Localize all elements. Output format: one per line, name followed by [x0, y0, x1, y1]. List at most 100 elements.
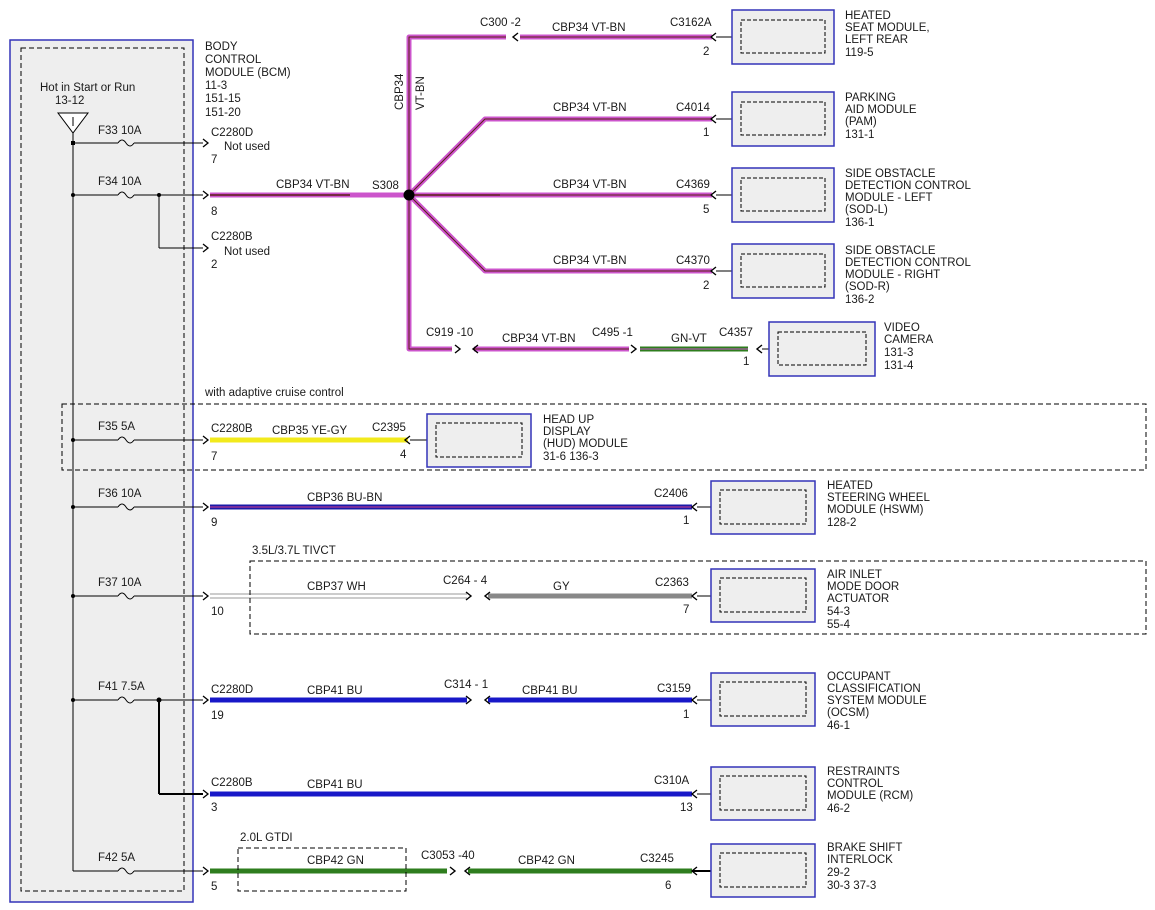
- conn-label: C264 - 4: [443, 575, 488, 587]
- conn-label: C3162A: [670, 17, 712, 29]
- bcm-conn-pin: 5: [211, 881, 217, 893]
- conn-label: C495 -1: [592, 327, 633, 339]
- hot-ref: 13-12: [55, 95, 84, 107]
- svg-text:INTERLOCK: INTERLOCK: [827, 854, 893, 866]
- module-label-hswm: HEATED STEERING WHEEL MODULE (HSWM) 128-…: [827, 480, 930, 529]
- bcm-conn-pin: 19: [211, 710, 224, 722]
- svg-text:CLASSIFICATION: CLASSIFICATION: [827, 683, 921, 695]
- circuit-label: CBP41 BU: [522, 685, 578, 697]
- conn-label: C3053 -40: [421, 850, 475, 862]
- svg-text:136-1: 136-1: [845, 217, 874, 229]
- svg-text:MODE DOOR: MODE DOOR: [827, 581, 899, 593]
- conn-pin: 2: [703, 280, 709, 292]
- circuit-label: CBP41 BU: [307, 685, 363, 697]
- conn-pin: 2: [703, 46, 709, 58]
- bcm-conn-name: C2280D: [211, 684, 253, 696]
- conn-label: C919 -10: [426, 327, 473, 339]
- module-pam: [731, 91, 835, 147]
- hot-label: Hot in Start or Run: [40, 82, 135, 94]
- module-label-heated-seat: HEATED SEAT MODULE, LEFT REAR 119-5: [845, 10, 930, 59]
- module-label-air-inlet: AIR INLET MODE DOOR ACTUATOR 54-3 55-4: [827, 569, 899, 631]
- svg-text:CONTROL: CONTROL: [827, 778, 884, 790]
- svg-text:AIR INLET: AIR INLET: [827, 569, 882, 581]
- conn-label: C2395: [372, 422, 406, 434]
- svg-text:LEFT REAR: LEFT REAR: [845, 34, 908, 46]
- module-label-hud: HEAD UP DISPLAY (HUD) MODULE 31-6 136-3: [543, 414, 628, 463]
- conn-pin: 4: [400, 449, 407, 461]
- svg-text:DISPLAY: DISPLAY: [543, 426, 591, 438]
- fuse-label: F41 7.5A: [98, 681, 145, 693]
- svg-text:SEAT MODULE,: SEAT MODULE,: [845, 22, 930, 34]
- fuse-label: F37 10A: [98, 577, 142, 589]
- svg-text:(OCSM): (OCSM): [827, 707, 869, 719]
- svg-text:AID MODULE: AID MODULE: [845, 104, 917, 116]
- module-bsi: [710, 843, 816, 898]
- svg-text:46-2: 46-2: [827, 803, 850, 815]
- svg-text:ACTUATOR: ACTUATOR: [827, 593, 889, 605]
- circuit-label: CBP42 GN: [518, 855, 575, 867]
- conn-pin: 7: [683, 604, 689, 616]
- circuit-label-vertical: CBP34: [394, 73, 406, 110]
- svg-text:119-5: 119-5: [845, 47, 874, 59]
- bcm-conn-pin: 2: [211, 259, 217, 271]
- conn-label: C4369: [676, 179, 710, 191]
- fuse-label: F42 5A: [98, 852, 135, 864]
- svg-text:SIDE OBSTACLE: SIDE OBSTACLE: [845, 245, 936, 257]
- svg-text:PARKING: PARKING: [845, 92, 896, 104]
- module-label-bsi: BRAKE SHIFT INTERLOCK 29-2 30-3 37-3: [827, 842, 902, 892]
- bcm-conn-name: C2280B: [211, 777, 253, 789]
- bcm-label-3: MODULE (BCM): [205, 67, 291, 79]
- svg-text:131-3: 131-3: [884, 347, 913, 359]
- svg-text:SIDE OBSTACLE: SIDE OBSTACLE: [845, 168, 936, 180]
- circuit-label: CBP34 VT-BN: [553, 179, 627, 191]
- svg-text:30-3 37-3: 30-3 37-3: [827, 880, 876, 892]
- bcm-module-box: [9, 39, 194, 903]
- conn-pin: 13: [680, 802, 693, 814]
- circuit-label: CBP37 WH: [307, 581, 366, 593]
- module-sod-l: [731, 167, 835, 223]
- conn-pin: 6: [665, 880, 671, 892]
- svg-text:131-1: 131-1: [845, 129, 874, 141]
- module-label-ocsm: OCCUPANT CLASSIFICATION SYSTEM MODULE (O…: [827, 671, 927, 732]
- module-air-inlet: [710, 568, 816, 623]
- circuit-label: CBP34 VT-BN: [553, 102, 627, 114]
- circuit-label: GY: [553, 581, 570, 593]
- bcm-conn-extra: Not used: [224, 246, 270, 258]
- svg-text:DETECTION CONTROL: DETECTION CONTROL: [845, 180, 971, 192]
- circuit-label: CBP34 VT-BN: [552, 22, 626, 34]
- module-hswm: [710, 480, 816, 535]
- module-ocsm: [710, 672, 816, 727]
- bcm-conn-pin: 7: [211, 451, 217, 463]
- bcm-conn-pin: 9: [211, 517, 217, 529]
- module-label-camera: VIDEO CAMERA 131-3 131-4: [884, 322, 934, 372]
- svg-text:STEERING WHEEL: STEERING WHEEL: [827, 492, 930, 504]
- splice-label: S308: [372, 180, 399, 192]
- bcm-conn-pin: 8: [211, 206, 217, 218]
- svg-text:(HUD) MODULE: (HUD) MODULE: [543, 438, 628, 450]
- svg-text:(SOD-L): (SOD-L): [845, 204, 888, 216]
- conn-label: C3245: [640, 853, 674, 865]
- module-hud: [426, 413, 532, 468]
- svg-text:OCCUPANT: OCCUPANT: [827, 671, 891, 683]
- svg-text:RESTRAINTS: RESTRAINTS: [827, 766, 900, 778]
- wiring-diagram: BODY CONTROL MODULE (BCM) 11-3 151-15 15…: [9, 9, 1147, 903]
- conn-pin: 1: [683, 709, 689, 721]
- bcm-label-2: CONTROL: [205, 54, 262, 66]
- conn-label: C3159: [657, 683, 691, 695]
- module-label-rcm: RESTRAINTS CONTROL MODULE (RCM) 46-2: [827, 766, 913, 815]
- bcm-conn-name: C2280D: [211, 127, 253, 139]
- conn-label: C314 - 1: [444, 679, 488, 691]
- svg-text:MODULE - LEFT: MODULE - LEFT: [845, 192, 933, 204]
- svg-text:136-2: 136-2: [845, 294, 874, 306]
- conn-label: C4357: [719, 327, 753, 339]
- option-note-gtdi: 2.0L GTDI: [240, 832, 293, 844]
- conn-label: C4370: [676, 255, 710, 267]
- svg-text:(PAM): (PAM): [845, 116, 877, 128]
- bcm-conn-extra: Not used: [224, 141, 270, 153]
- module-label-sod-l: SIDE OBSTACLE DETECTION CONTROL MODULE -…: [845, 168, 971, 229]
- bcm-ref-1: 11-3: [205, 80, 227, 92]
- circuit-label-vertical: VT-BN: [415, 76, 427, 110]
- module-label-pam: PARKING AID MODULE (PAM) 131-1: [845, 92, 917, 141]
- bcm-conn-name: C2280B: [211, 231, 253, 243]
- conn-pin: 1: [683, 515, 689, 527]
